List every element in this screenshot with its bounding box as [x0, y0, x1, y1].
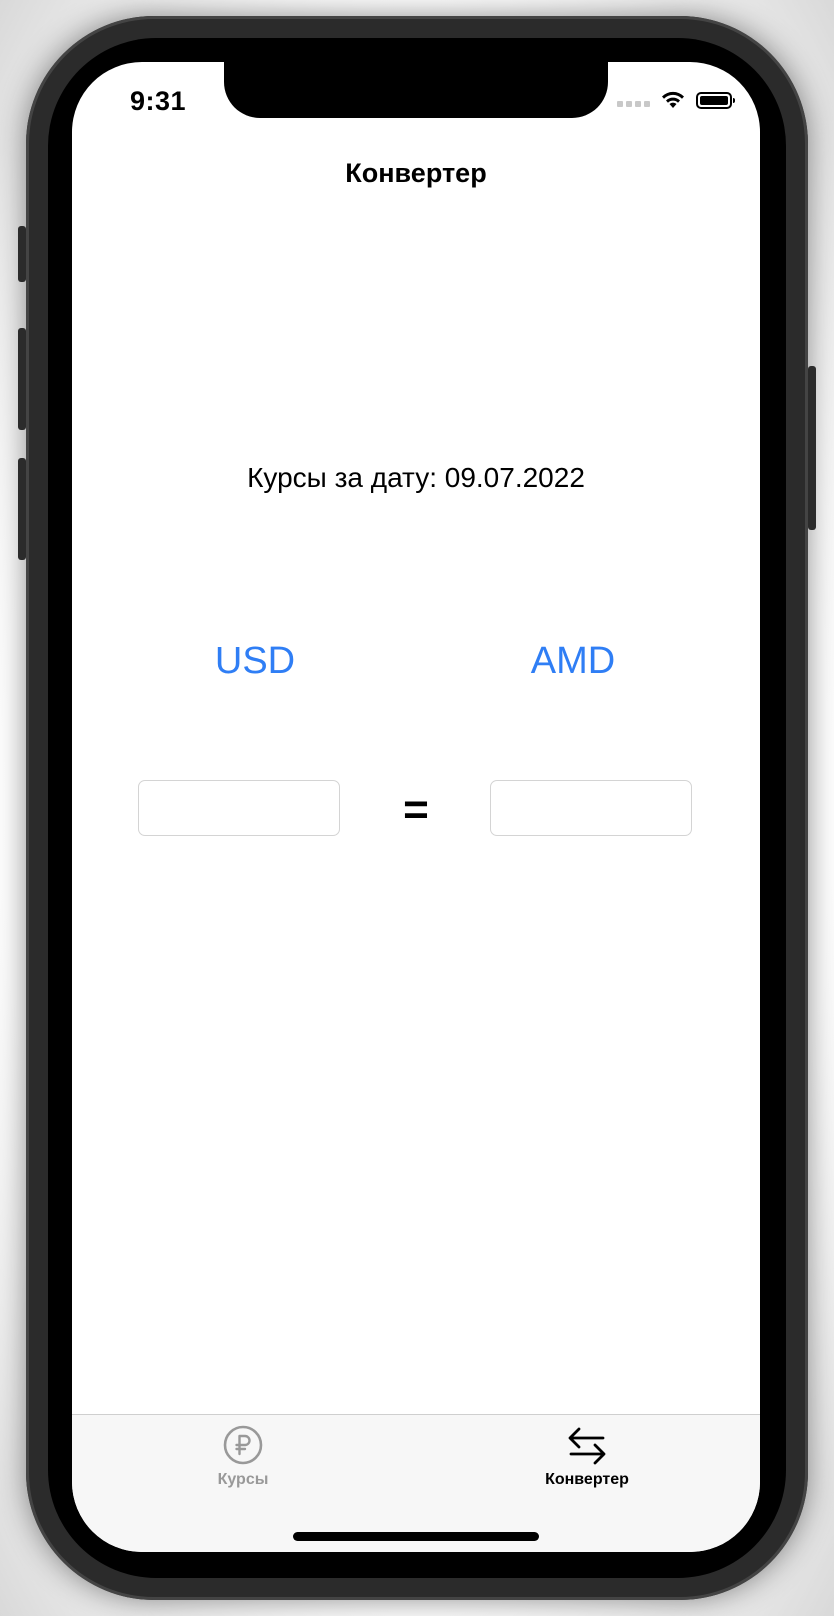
volume-down-button — [18, 458, 26, 560]
to-currency-button[interactable]: AMD — [473, 640, 673, 683]
tab-rates-label: Курсы — [217, 1471, 269, 1488]
page-title: Конвертер — [345, 158, 487, 188]
tab-converter-label: Конвертер — [545, 1471, 629, 1488]
status-time: 9:31 — [130, 86, 187, 116]
volume-up-button — [18, 328, 26, 430]
rates-date-label: Курсы за дату: 09.07.2022 — [247, 462, 585, 493]
power-button — [808, 366, 816, 530]
wifi-icon — [662, 91, 684, 108]
from-currency-button[interactable]: USD — [155, 640, 355, 683]
battery-icon — [696, 91, 735, 109]
home-indicator[interactable] — [293, 1532, 539, 1541]
screen: 9:31 Конвертер Курсы за дату: 09.07.2022… — [72, 62, 760, 1552]
mute-switch — [18, 226, 26, 282]
ruble-circle-icon — [223, 1425, 263, 1465]
from-amount-field[interactable] — [138, 780, 340, 836]
status-icons — [617, 90, 735, 110]
notch — [224, 62, 608, 118]
arrows-left-right-icon — [568, 1427, 606, 1465]
to-amount-field[interactable] — [490, 780, 692, 836]
tab-converter[interactable]: Конвертер — [487, 1423, 687, 1489]
cellular-signal-icon — [617, 93, 650, 107]
tab-rates[interactable]: Курсы — [143, 1423, 343, 1489]
equals-sign: = — [403, 785, 429, 834]
